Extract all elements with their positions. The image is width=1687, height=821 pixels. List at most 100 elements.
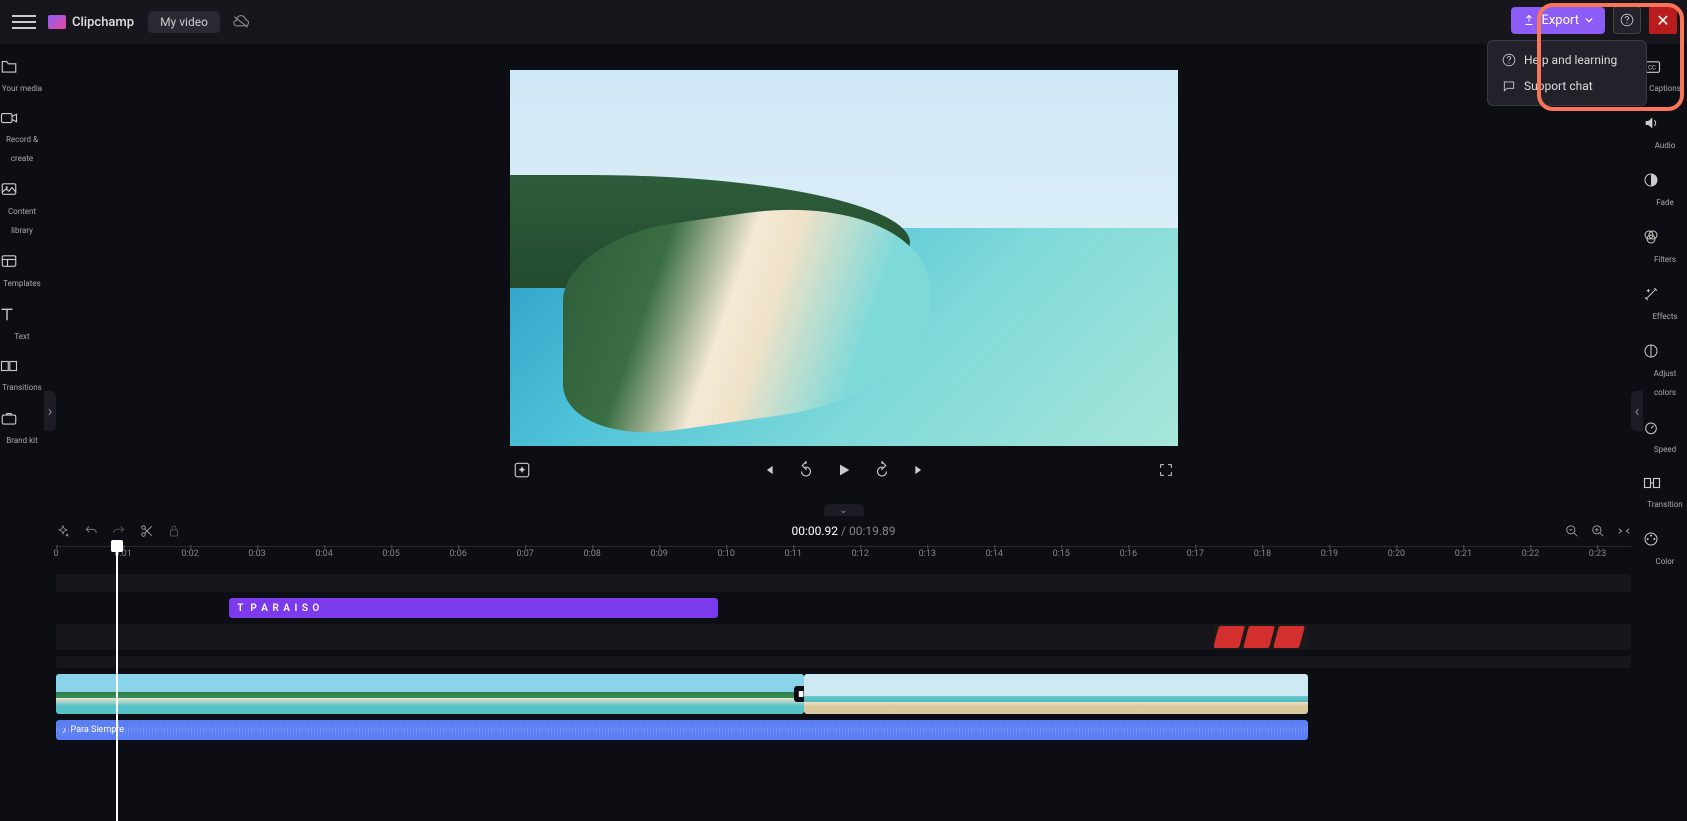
rs-fade[interactable]: Fade (1643, 162, 1687, 219)
rs-effects[interactable]: Effects (1643, 276, 1687, 333)
empty-track-2[interactable] (56, 656, 1631, 668)
text-track[interactable]: T P A R A I S O (56, 598, 1631, 618)
left-sidebar: Your media Record & create Content libra… (0, 44, 44, 821)
ruler-tick: 0:09 (651, 549, 668, 559)
waveform (56, 720, 1308, 740)
ruler-tick: 0:16 (1120, 549, 1137, 559)
help-learning-item[interactable]: Help and learning (1488, 47, 1646, 73)
timeline-time-display: 00:00.92 / 00:19.89 (792, 524, 896, 538)
cloud-sync-off-icon[interactable] (232, 15, 250, 29)
rs-audio[interactable]: Audio (1643, 105, 1687, 162)
rs-filters[interactable]: Filters (1643, 219, 1687, 276)
sidebar-record-create[interactable]: Record & create (0, 103, 44, 173)
rs-speed[interactable]: Speed (1643, 409, 1687, 466)
video-clip-1[interactable] (56, 674, 804, 714)
sidebar-templates[interactable]: Templates (0, 245, 44, 298)
menu-icon[interactable] (12, 10, 36, 34)
lock-button[interactable] (168, 524, 180, 538)
fullscreen-button[interactable] (1154, 458, 1178, 482)
video-clip-2[interactable] (804, 674, 1308, 714)
video-canvas[interactable] (510, 70, 1178, 446)
ruler-tick: 0:21 (1455, 549, 1472, 559)
support-chat-item[interactable]: Support chat (1488, 73, 1646, 99)
project-name-input[interactable]: My video (148, 11, 220, 33)
play-button[interactable] (832, 458, 856, 482)
close-button[interactable]: ✕ (1649, 6, 1677, 34)
auto-tool-icon[interactable] (56, 524, 70, 538)
sidebar-brand-kit[interactable]: Brand kit (0, 402, 44, 455)
timeline-ruler[interactable]: 00:010:020:030:040:050:060:070:080:090:1… (56, 546, 1631, 566)
ruler-tick: 0:13 (919, 549, 936, 559)
ruler-tick: 0:18 (1254, 549, 1271, 559)
sidebar-text[interactable]: Text (0, 298, 44, 351)
rs-color[interactable]: Color (1643, 521, 1687, 578)
forward-icon (873, 461, 891, 479)
rs-captions[interactable]: CC Captions (1643, 50, 1687, 105)
zoom-out-button[interactable] (1565, 524, 1579, 538)
sidebar-content-library[interactable]: Content library (0, 173, 44, 245)
redo-button[interactable] (112, 524, 126, 538)
audio-clip[interactable]: ♪ Para Siempre (56, 720, 1308, 740)
overlay-thumb: SUBS (1274, 624, 1304, 650)
rewind-button[interactable] (794, 458, 818, 482)
skip-next-icon (913, 463, 927, 477)
question-circle-icon (1502, 53, 1516, 67)
forward-button[interactable] (870, 458, 894, 482)
right-sidebar: CC Captions Audio Fade Filters Effects A… (1643, 44, 1687, 821)
help-button[interactable] (1613, 6, 1641, 34)
undo-button[interactable] (84, 524, 98, 538)
export-button[interactable]: Export (1511, 7, 1605, 34)
transition-icon (1643, 476, 1687, 490)
ruler-tick: 0:11 (785, 549, 802, 559)
help-learning-label: Help and learning (1524, 53, 1617, 67)
audio-track[interactable]: ♪ Para Siempre (56, 720, 1631, 740)
adjust-icon (1643, 343, 1687, 359)
sidebar-your-media[interactable]: Your media (0, 50, 44, 103)
fade-icon (1643, 172, 1687, 188)
ruler-tick: 0:20 (1388, 549, 1405, 559)
empty-track-1[interactable] (56, 574, 1631, 592)
mask-ai-button[interactable] (510, 458, 534, 482)
ruler-tick: 0:23 (1589, 549, 1606, 559)
skip-back-button[interactable] (756, 458, 780, 482)
clipchamp-logo-icon (48, 15, 66, 29)
ruler-tick: 0:02 (181, 549, 198, 559)
ruler-tick: 0:06 (449, 549, 466, 559)
timeline-toolbar: 00:00.92 / 00:19.89 (44, 516, 1643, 546)
timeline-tracks: T P A R A I S O SUB SUB SUBS ♪ (56, 574, 1631, 740)
video-track[interactable] (56, 674, 1631, 714)
sidebar-transitions[interactable]: Transitions (0, 351, 44, 402)
overlay-track[interactable]: SUB SUB SUBS (56, 624, 1631, 650)
zoom-in-button[interactable] (1591, 524, 1605, 538)
overlay-clip[interactable]: SUB SUB SUBS (1214, 624, 1309, 650)
playhead[interactable] (116, 546, 118, 821)
text-clip[interactable]: T P A R A I S O (229, 598, 717, 618)
ruler-tick: 0:03 (248, 549, 265, 559)
export-label: Export (1541, 13, 1579, 28)
expand-right-panel[interactable]: ‹ (1631, 391, 1643, 431)
rewind-icon (797, 461, 815, 479)
text-clip-icon: T (237, 603, 244, 614)
transition-badge[interactable] (794, 686, 804, 702)
svg-text:CC: CC (1648, 64, 1656, 71)
speaker-icon (1643, 115, 1687, 131)
skip-forward-button[interactable] (908, 458, 932, 482)
chevron-down-icon (1585, 16, 1593, 24)
fit-timeline-button[interactable] (1617, 524, 1631, 538)
upload-icon (1523, 14, 1535, 26)
question-icon (1620, 13, 1634, 27)
chat-icon (1502, 79, 1516, 93)
preview-area (44, 44, 1643, 508)
split-button[interactable] (140, 524, 154, 538)
ruler-tick: 0:08 (583, 549, 600, 559)
expand-left-panel[interactable]: › (44, 391, 56, 431)
text-icon (0, 306, 44, 322)
top-bar: Clipchamp My video Export ✕ (0, 0, 1687, 44)
rs-transition[interactable]: Transition (1643, 466, 1687, 521)
play-icon (836, 462, 852, 478)
rs-adjust-colors[interactable]: Adjust colors (1643, 333, 1687, 409)
timeline-collapse-button[interactable]: ⌄ (824, 504, 864, 516)
camera-icon (0, 111, 44, 125)
ruler-tick: 0:05 (382, 549, 399, 559)
brand-label: Clipchamp (72, 15, 134, 30)
